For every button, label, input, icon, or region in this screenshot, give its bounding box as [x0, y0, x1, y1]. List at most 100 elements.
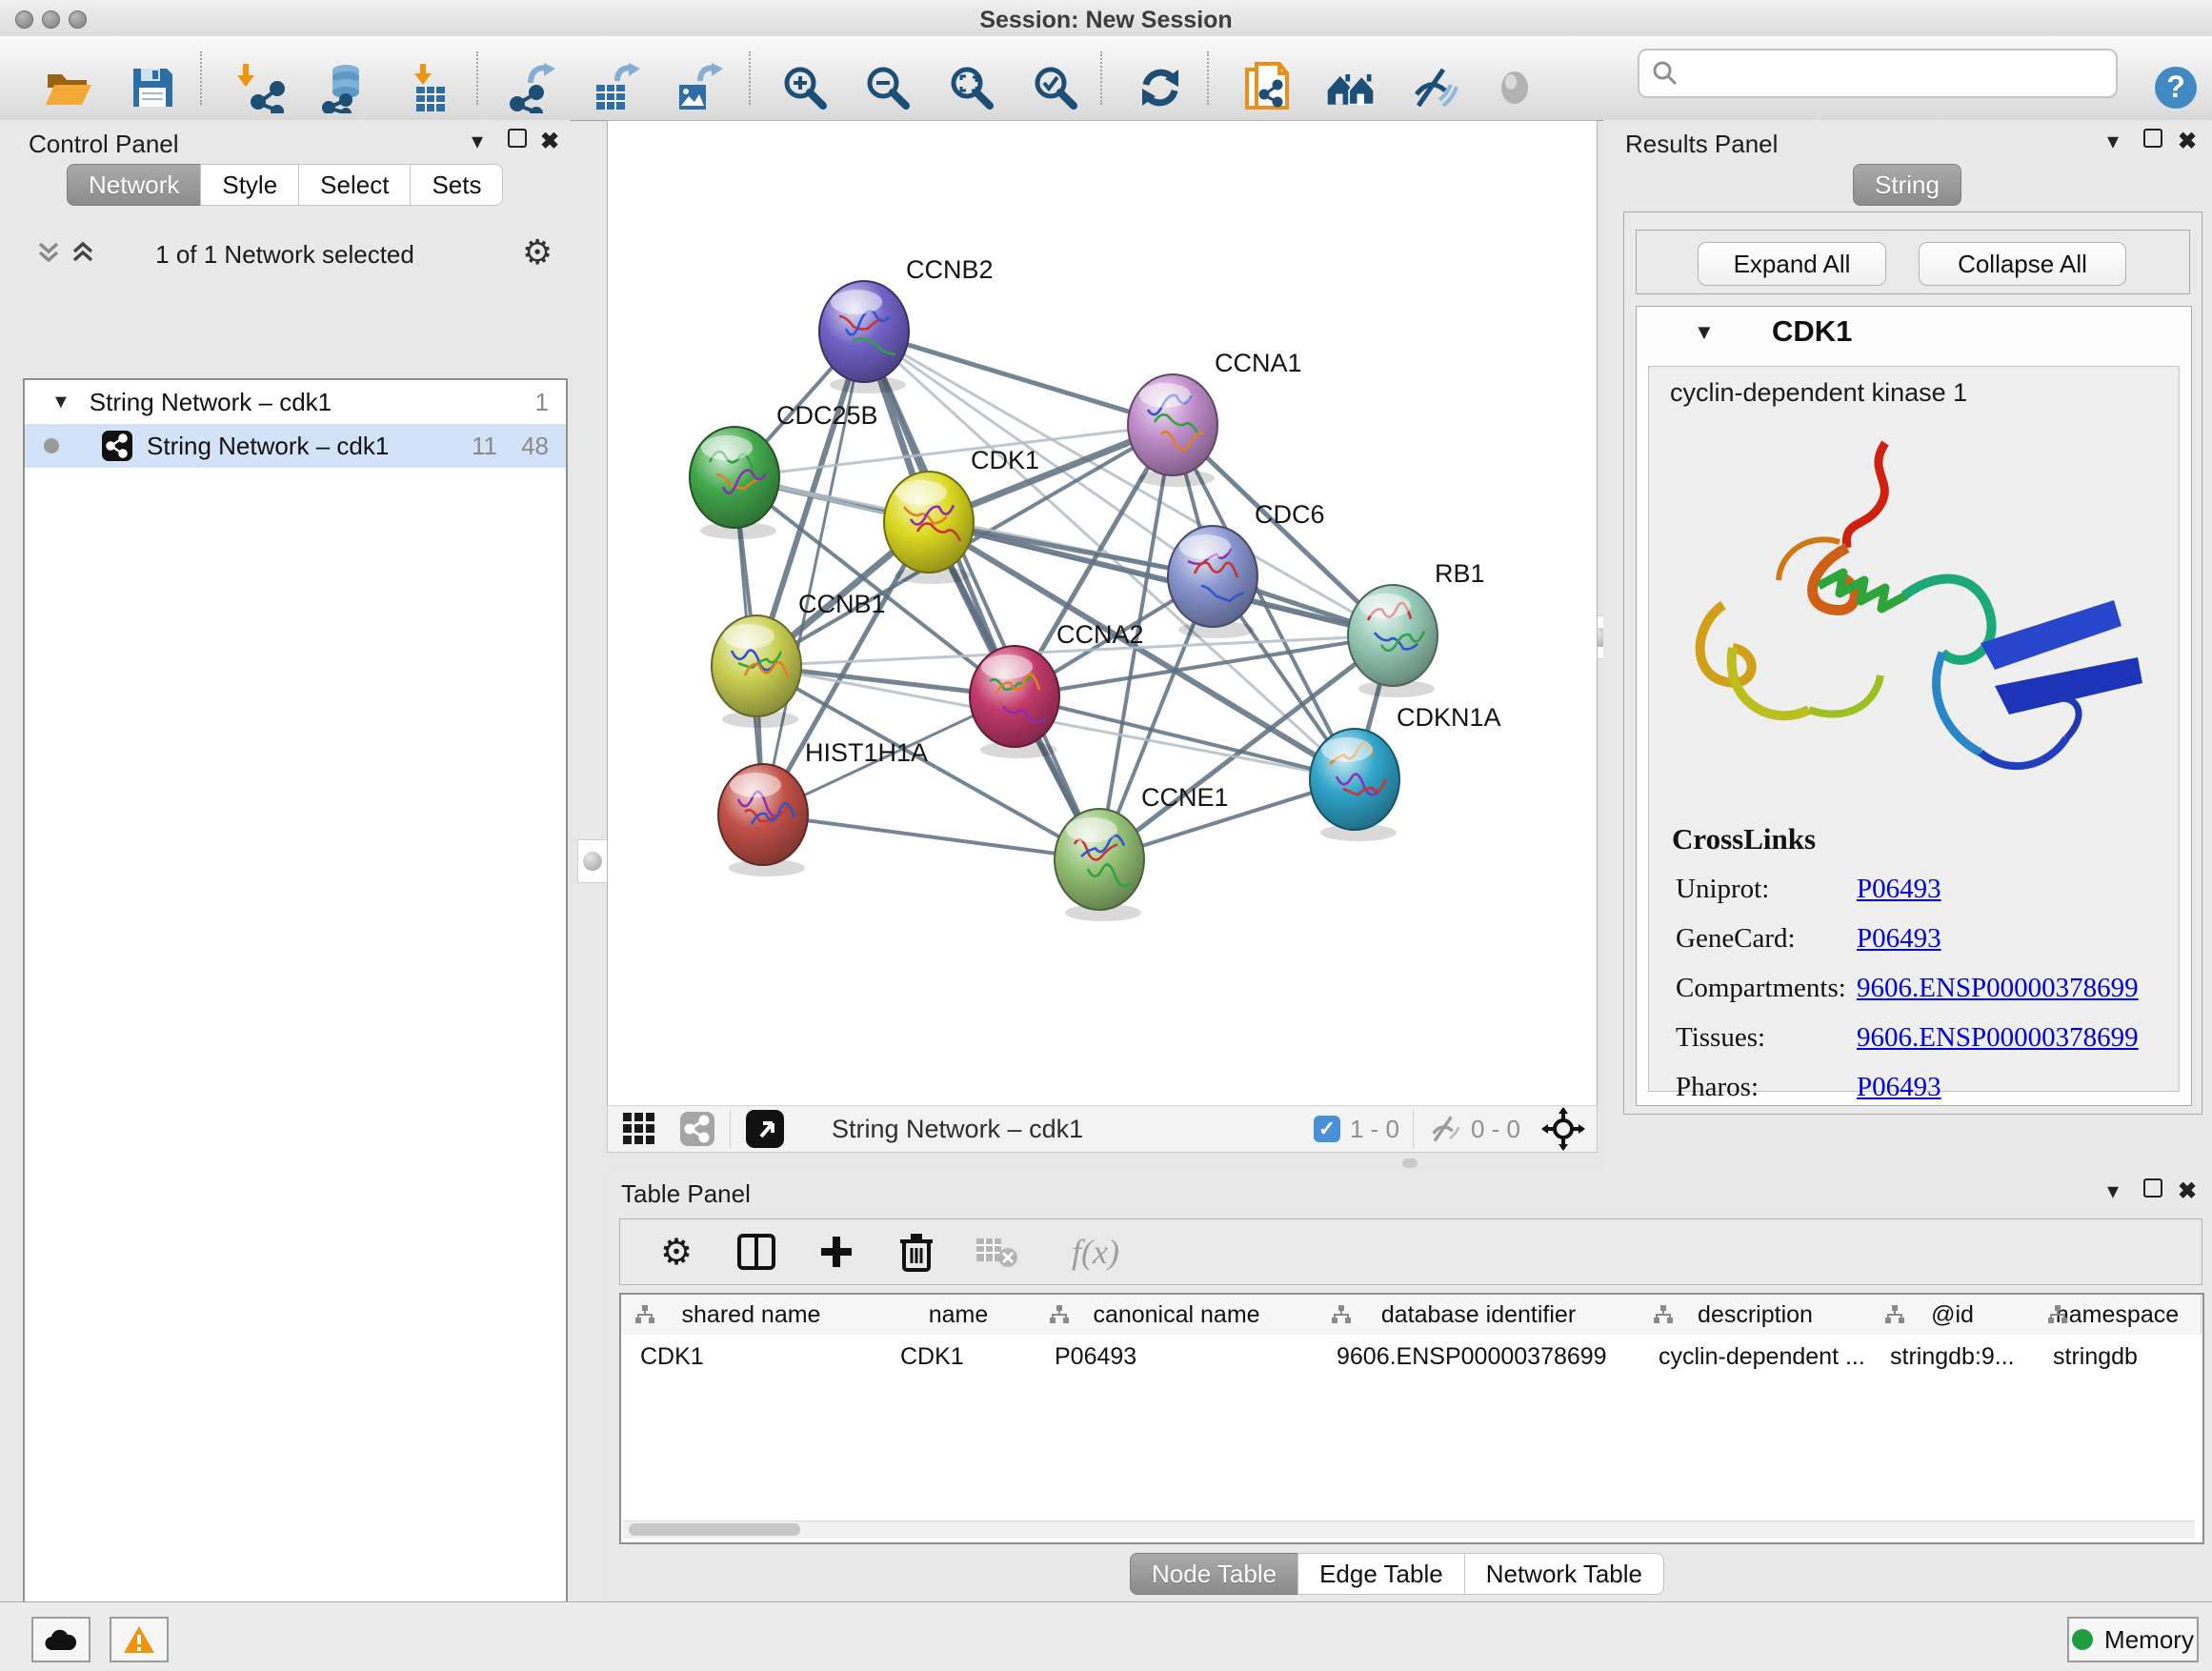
import-table-from-file-button[interactable] [402, 61, 455, 114]
crosslink-link[interactable]: P06493 [1857, 1072, 1941, 1103]
search-icon [1651, 59, 1679, 88]
toolbar-divider [730, 1110, 731, 1148]
section-expander-icon[interactable]: ▼ [1694, 320, 1715, 345]
crosslink-link[interactable]: 9606.ENSP00000378699 [1857, 1022, 2139, 1054]
column-header-name[interactable]: name [881, 1295, 1036, 1335]
add-column-icon[interactable] [813, 1228, 860, 1276]
network-node-ccnb1[interactable]: CCNB1 [712, 590, 886, 728]
node-label: CDKN1A [1397, 703, 1501, 732]
grid-view-icon[interactable] [621, 1111, 657, 1147]
expand-collapse-box: Expand All Collapse All [1636, 230, 2190, 294]
crosslink-link[interactable]: P06493 [1857, 923, 1941, 955]
export-network-button[interactable] [505, 61, 558, 114]
panel-menu-icon[interactable]: ▾ [2099, 128, 2127, 155]
first-neighbors-button[interactable] [1324, 61, 1377, 114]
tab-style[interactable]: Style [200, 164, 299, 206]
network-edge[interactable] [864, 332, 1173, 425]
table-cell[interactable]: P06493 [1055, 1339, 1314, 1375]
open-file-button[interactable] [42, 61, 95, 114]
import-network-from-database-button[interactable] [316, 61, 370, 114]
database-icon [317, 62, 369, 113]
panel-close-icon[interactable]: ✖ [2173, 1178, 2202, 1205]
table-cell[interactable]: 9606.ENSP00000378699 [1337, 1339, 1636, 1375]
gear-icon[interactable]: ⚙ [522, 232, 553, 272]
detach-view-icon[interactable] [744, 1108, 786, 1150]
save-session-button[interactable] [126, 61, 179, 114]
network-row[interactable]: String Network – cdk1 11 48 [25, 424, 566, 468]
left-splitter-handle[interactable] [577, 839, 608, 883]
birdseye-navigator-icon[interactable] [1541, 1107, 1585, 1151]
panel-float-icon[interactable] [503, 128, 532, 154]
panel-menu-icon[interactable]: ▾ [2099, 1178, 2127, 1205]
network-view-icon[interactable] [678, 1110, 716, 1148]
network-node-ccnb2[interactable]: CCNB2 [819, 255, 994, 393]
node-label: CCNB2 [906, 255, 994, 284]
application-window: Session: New Session [0, 0, 2212, 1671]
network-node-hist1h1a[interactable]: HIST1H1A [718, 738, 928, 876]
panel-float-icon[interactable] [2139, 1178, 2167, 1204]
tree-expander-icon[interactable]: ▼ [51, 392, 70, 413]
import-network-from-file-button[interactable] [232, 61, 286, 114]
crosslink-link[interactable]: 9606.ENSP00000378699 [1857, 973, 2139, 1004]
column-header-@id[interactable]: @id [1871, 1295, 2035, 1335]
network-node-ccna2[interactable]: CCNA2 [970, 620, 1144, 758]
tab-network[interactable]: Network [67, 164, 201, 206]
scrollbar-thumb[interactable] [629, 1523, 800, 1536]
network-edge[interactable] [864, 332, 1099, 859]
table-cell[interactable]: cyclin-dependent ... [1659, 1339, 1867, 1375]
export-table-button[interactable] [588, 61, 641, 114]
bottom-splitter-handle[interactable] [1402, 1158, 1418, 1168]
search-box[interactable] [1638, 49, 2118, 98]
column-header-description[interactable]: description [1639, 1295, 1872, 1335]
new-network-from-selection-button[interactable] [1240, 61, 1294, 114]
tab-sets[interactable]: Sets [410, 164, 503, 206]
network-node-cdkn1a[interactable]: CDKN1A [1310, 703, 1501, 841]
network-node-ccne1[interactable]: CCNE1 [1055, 783, 1229, 921]
tab-network-table[interactable]: Network Table [1464, 1553, 1664, 1595]
warning-status-button[interactable] [110, 1617, 169, 1662]
selected-checkbox-icon[interactable]: ✓ [1314, 1116, 1340, 1142]
hide-selected-button[interactable] [1406, 61, 1459, 114]
column-header-database-identifier[interactable]: database identifier [1317, 1295, 1640, 1335]
refresh-button[interactable] [1134, 61, 1187, 114]
cloud-status-button[interactable] [31, 1617, 90, 1662]
panel-close-icon[interactable]: ✖ [535, 128, 564, 155]
table-cell[interactable]: CDK1 [640, 1339, 877, 1375]
zoom-fit-button[interactable] [945, 61, 998, 114]
network-edge[interactable] [763, 815, 1099, 859]
memory-status-button[interactable]: Memory [2067, 1617, 2199, 1662]
column-header-shared-name[interactable]: shared name [621, 1295, 882, 1335]
tab-string[interactable]: String [1853, 164, 1961, 206]
table-cell[interactable]: CDK1 [900, 1339, 1032, 1375]
show-columns-icon[interactable] [733, 1228, 780, 1276]
crosslink-link[interactable]: P06493 [1857, 874, 1941, 905]
column-label: name [929, 1301, 989, 1329]
help-button[interactable]: ? [2149, 61, 2202, 114]
tab-select[interactable]: Select [298, 164, 411, 206]
panel-close-icon[interactable]: ✖ [2173, 128, 2202, 155]
panel-menu-icon[interactable]: ▾ [463, 128, 492, 155]
table-cell[interactable]: stringdb [2053, 1339, 2197, 1375]
node-table: shared name name canonical namedatabase id… [619, 1293, 2204, 1544]
column-header-canonical-name[interactable]: canonical name [1036, 1295, 1318, 1335]
zoom-in-button[interactable] [778, 61, 832, 114]
table-cell[interactable]: stringdb:9... [1890, 1339, 2030, 1375]
panel-float-icon[interactable] [2139, 128, 2167, 154]
horizontal-scrollbar[interactable] [623, 1520, 2195, 1539]
zoom-selected-button[interactable] [1029, 61, 1082, 114]
column-header-namespace[interactable]: namespace [2034, 1295, 2202, 1335]
gear-icon[interactable]: ⚙ [653, 1228, 700, 1276]
show-all-button[interactable] [1488, 61, 1541, 114]
search-input[interactable] [1685, 59, 2116, 88]
collapse-all-button[interactable]: Collapse All [1919, 242, 2126, 286]
tab-node-table[interactable]: Node Table [1130, 1553, 1298, 1595]
network-canvas[interactable]: CCNB2CCNA1CDC25BCDK1CDC6RB1CCNB1CCNA2CDK… [607, 120, 1598, 1107]
expand-all-button[interactable]: Expand All [1698, 242, 1886, 286]
column-label: @id [1931, 1301, 1974, 1329]
export-image-button[interactable] [671, 61, 724, 114]
zoom-out-button[interactable] [861, 61, 915, 114]
tab-edge-table[interactable]: Edge Table [1297, 1553, 1465, 1595]
network-collection-row[interactable]: ▼ String Network – cdk1 1 [25, 380, 566, 424]
network-node-rb1[interactable]: RB1 [1348, 559, 1485, 697]
delete-column-icon[interactable] [893, 1228, 940, 1276]
